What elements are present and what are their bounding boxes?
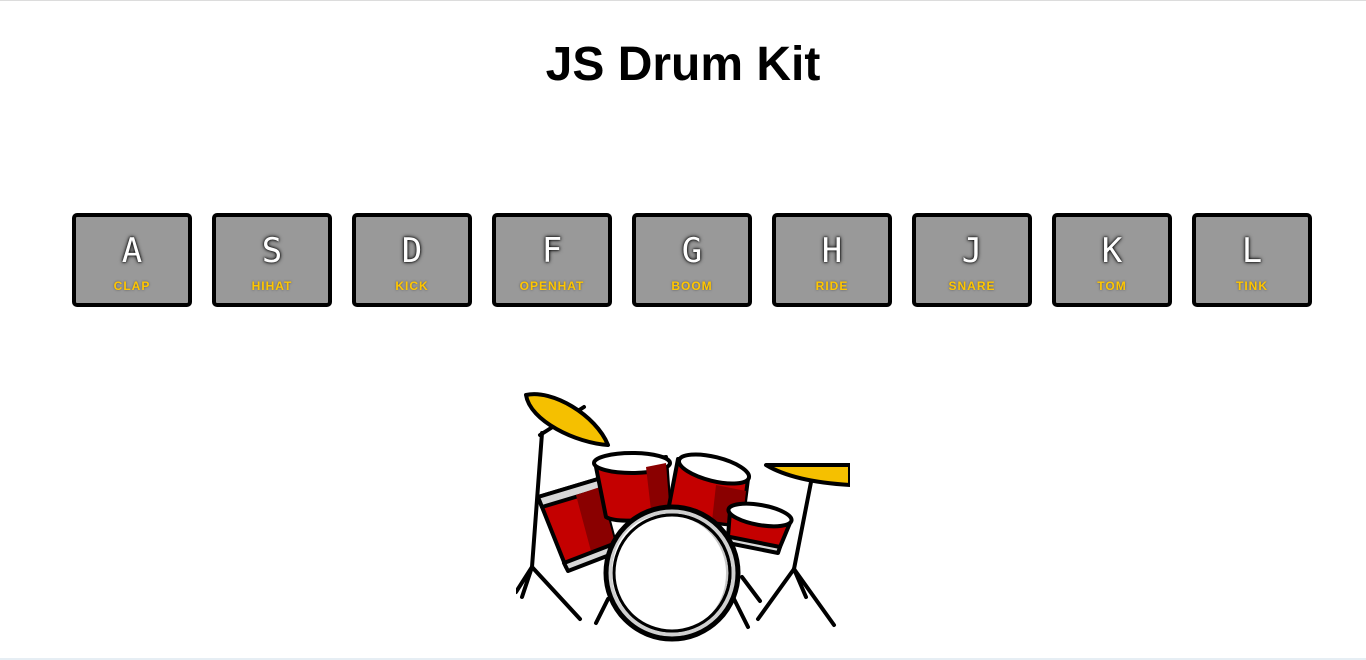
key-sound-label: CLAP xyxy=(113,279,151,293)
page-title: JS Drum Kit xyxy=(545,38,821,91)
key-d-kick[interactable]: D KICK xyxy=(352,213,472,307)
key-sound-label: TINK xyxy=(1236,279,1268,293)
key-a-clap[interactable]: A CLAP xyxy=(72,213,192,307)
key-sound-label: TOM xyxy=(1097,279,1127,293)
key-sound-label: KICK xyxy=(395,279,429,293)
drum-kit-icon xyxy=(516,392,850,642)
key-j-snare[interactable]: J SNARE xyxy=(912,213,1032,307)
key-letter: H xyxy=(821,231,843,271)
drum-keys: A CLAP S HIHAT D KICK F OPENHAT G BOOM H… xyxy=(72,213,1312,307)
key-sound-label: OPENHAT xyxy=(519,279,585,293)
key-letter: D xyxy=(401,231,423,271)
key-l-tink[interactable]: L TINK xyxy=(1192,213,1312,307)
key-letter: A xyxy=(121,231,143,271)
key-letter: G xyxy=(681,231,703,271)
key-sound-label: HIHAT xyxy=(251,279,293,293)
key-s-hihat[interactable]: S HIHAT xyxy=(212,213,332,307)
key-letter: S xyxy=(261,231,283,271)
key-letter: J xyxy=(961,231,983,271)
key-sound-label: RIDE xyxy=(815,279,849,293)
key-g-boom[interactable]: G BOOM xyxy=(632,213,752,307)
key-sound-label: BOOM xyxy=(671,279,713,293)
key-f-openhat[interactable]: F OPENHAT xyxy=(492,213,612,307)
key-h-ride[interactable]: H RIDE xyxy=(772,213,892,307)
drum-kit-page: JS Drum Kit A CLAP S HIHAT D KICK F OPEN… xyxy=(0,0,1366,660)
key-letter: F xyxy=(541,231,563,271)
key-sound-label: SNARE xyxy=(948,279,996,293)
key-letter: L xyxy=(1241,231,1263,271)
key-k-tom[interactable]: K TOM xyxy=(1052,213,1172,307)
key-letter: K xyxy=(1101,231,1123,271)
